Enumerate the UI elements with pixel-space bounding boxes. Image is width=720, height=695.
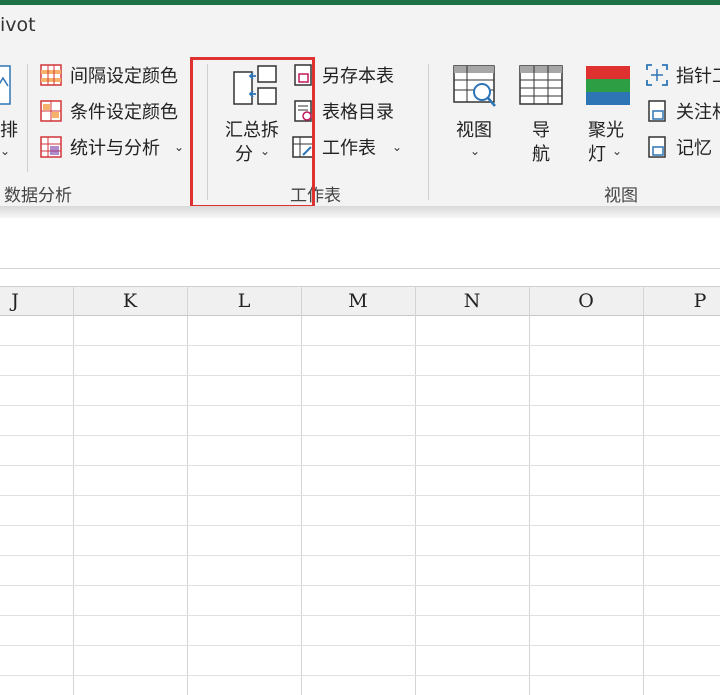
interval-color-button[interactable]: 间隔设定颜色 <box>40 62 190 88</box>
memory-icon <box>648 136 666 158</box>
chevron-down-icon: ⌄ <box>470 144 481 158</box>
column-header-k[interactable]: K <box>73 286 187 316</box>
interval-color-icon <box>40 64 62 86</box>
column-divider <box>187 286 188 695</box>
pointer-tool-button[interactable]: 指针工 <box>646 62 720 88</box>
column-divider <box>415 286 416 695</box>
group-label-data-analysis: 数据分析 <box>4 186 72 206</box>
partial-sort-button[interactable]: 排 ⌄ <box>0 60 20 160</box>
column-header-l[interactable]: L <box>187 286 301 316</box>
separator <box>27 64 28 172</box>
partial-sort-label: 排 <box>0 120 18 141</box>
pointer-tool-label: 指针工 <box>676 66 720 87</box>
view-label: 视图 <box>456 120 492 141</box>
column-divider <box>529 286 530 695</box>
worksheet-label: 工作表 <box>322 138 376 159</box>
spotlight-label-line1: 聚光 <box>588 120 624 141</box>
row-divider <box>0 375 720 376</box>
row-divider <box>0 465 720 466</box>
sort-icon <box>0 65 11 105</box>
row-divider <box>0 345 720 346</box>
memory-label: 记忆 <box>676 138 712 159</box>
memory-button[interactable]: 记忆 <box>646 134 720 160</box>
row-divider <box>0 435 720 436</box>
row-divider <box>0 645 720 646</box>
row-divider <box>0 525 720 526</box>
column-header-j[interactable]: J <box>0 286 30 316</box>
stats-analysis-label: 统计与分析 <box>70 138 160 159</box>
interval-color-label: 间隔设定颜色 <box>70 66 178 87</box>
column-divider <box>301 286 302 695</box>
column-header-o[interactable]: O <box>529 286 643 316</box>
focus-label: 关注村 <box>676 102 720 123</box>
column-header-m[interactable]: M <box>301 286 415 316</box>
title-bar <box>0 5 720 50</box>
tab-pivot[interactable]: ivot <box>0 14 36 36</box>
column-header-n[interactable]: N <box>415 286 529 316</box>
chevron-down-icon: ⌄ <box>392 140 403 154</box>
spotlight-icon <box>586 66 630 105</box>
row-divider <box>0 615 720 616</box>
column-divider <box>73 286 74 695</box>
navigation-label-line1: 导 <box>532 120 550 141</box>
row-divider <box>0 585 720 586</box>
formula-bar-border <box>0 268 720 269</box>
row-divider <box>0 495 720 496</box>
navigation-label-line2: 航 <box>532 144 550 165</box>
ribbon-shadow <box>0 206 720 218</box>
navigation-icon <box>519 65 563 105</box>
row-divider <box>0 405 720 406</box>
table-directory-label: 表格目录 <box>322 102 394 123</box>
stats-analysis-button[interactable]: 统计与分析 ⌄ <box>40 134 190 160</box>
highlight-box <box>190 57 315 208</box>
view-button[interactable]: 视图 ⌄ <box>446 60 504 166</box>
focus-icon <box>648 100 666 122</box>
column-header-p[interactable]: P <box>643 286 720 316</box>
formula-bar[interactable] <box>0 218 720 268</box>
column-divider <box>643 286 644 695</box>
navigation-button[interactable]: 导 航 <box>514 60 570 166</box>
condition-color-label: 条件设定颜色 <box>70 102 178 123</box>
group-label-view: 视图 <box>604 186 638 206</box>
chevron-down-icon: ⌄ <box>0 144 11 158</box>
row-divider <box>0 555 720 556</box>
separator <box>428 64 429 200</box>
focus-button[interactable]: 关注村 <box>646 98 720 124</box>
row-divider <box>0 675 720 676</box>
spotlight-label-line2: 灯 <box>588 144 606 165</box>
spotlight-button[interactable]: 聚光 灯 ⌄ <box>580 60 636 166</box>
pointer-icon <box>646 64 668 86</box>
chevron-down-icon: ⌄ <box>174 140 185 154</box>
condition-color-button[interactable]: 条件设定颜色 <box>40 98 190 124</box>
condition-color-icon <box>40 100 62 122</box>
view-icon <box>453 65 496 107</box>
save-sheet-label: 另存本表 <box>322 66 394 87</box>
stats-icon <box>40 136 62 158</box>
chevron-down-icon: ⌄ <box>612 144 623 158</box>
